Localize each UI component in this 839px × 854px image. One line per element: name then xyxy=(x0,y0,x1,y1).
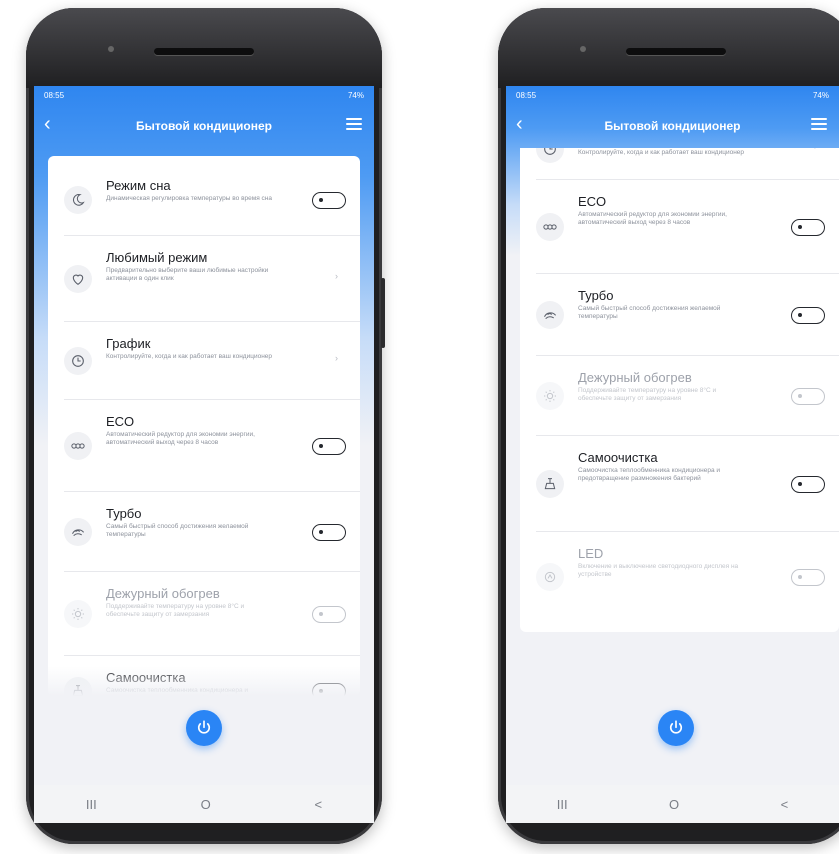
fan-icon xyxy=(536,301,564,329)
eco-icon xyxy=(536,213,564,241)
home-button[interactable]: O xyxy=(201,797,211,812)
setting-row-turbo[interactable]: Турбо Самый быстрый способ достижения жел… xyxy=(520,274,839,356)
setting-row-standby_heat[interactable]: Дежурный обогрев Поддерживайте температур… xyxy=(520,356,839,436)
clock-icon xyxy=(64,347,92,375)
setting-row-schedule[interactable]: ГрафикКонтролируйте, когда и как работае… xyxy=(520,148,839,180)
eco-toggle[interactable] xyxy=(312,438,346,455)
setting-description: Поддерживайте температуру на уровне 8°C … xyxy=(106,603,245,618)
fan-icon xyxy=(64,518,92,546)
status-battery: 74% xyxy=(812,90,829,100)
settings-list: Режим сна Динамическая регулировка темпер… xyxy=(48,156,360,696)
power-button[interactable] xyxy=(186,710,222,746)
setting-name: График xyxy=(106,336,151,351)
sleep-toggle[interactable] xyxy=(312,192,346,209)
page-title: Бытовой кондиционер xyxy=(136,119,272,133)
app-bar: ‹ Бытовой кондиционер xyxy=(34,104,374,148)
setting-row-sleep[interactable]: Режим сна Динамическая регулировка темпер… xyxy=(48,164,360,236)
menu-icon[interactable] xyxy=(811,118,827,130)
setting-description: Предварительно выберите ваши любимые нас… xyxy=(106,267,269,282)
phone-left: 08:55 74% ‹ Бытовой кондиционер Режим сн… xyxy=(26,8,385,844)
setting-description: Самый быстрый способ достижения желаемой… xyxy=(106,523,249,538)
chevron-right-icon: › xyxy=(814,148,817,151)
home-button[interactable]: O xyxy=(669,797,679,812)
setting-description: Самый быстрый способ достижения желаемой… xyxy=(578,305,721,320)
setting-description: Динамическая регулировка температуры во … xyxy=(106,195,273,202)
setting-description: Включение и выключение светодиодного дис… xyxy=(578,563,739,578)
setting-description: Контролируйте, когда и как работает ваш … xyxy=(578,149,745,156)
back-arrow-icon[interactable]: ‹ xyxy=(44,114,51,134)
setting-row-schedule[interactable]: График Контролируйте, когда и как работае… xyxy=(48,322,360,400)
app-bar: ‹ Бытовой кондиционер xyxy=(506,104,839,148)
status-time: 08:55 xyxy=(516,90,537,100)
standby_heat-toggle xyxy=(791,388,825,405)
turbo-toggle[interactable] xyxy=(791,307,825,324)
page-title: Бытовой кондиционер xyxy=(604,119,741,133)
nav-back-button[interactable]: < xyxy=(781,797,789,812)
setting-name: ECO xyxy=(578,194,607,209)
setting-name: Самоочистка xyxy=(578,450,658,465)
setting-row-turbo[interactable]: Турбо Самый быстрый способ достижения жел… xyxy=(48,492,360,572)
settings-list: ГрафикКонтролируйте, когда и как работае… xyxy=(520,148,839,632)
system-nav-bar: III O < xyxy=(506,785,839,823)
setting-description: Контролируйте, когда и как работает ваш … xyxy=(106,353,273,360)
chevron-right-icon: › xyxy=(335,271,338,281)
chevron-right-icon: › xyxy=(335,353,338,363)
setting-name: Любимый режим xyxy=(106,250,208,265)
status-bar: 08:55 74% xyxy=(506,86,839,104)
setting-description: Поддерживайте температуру на уровне 8°C … xyxy=(578,387,717,402)
eco-icon xyxy=(64,432,92,460)
sun-icon xyxy=(64,600,92,628)
turbo-toggle[interactable] xyxy=(312,524,346,541)
recent-apps-button[interactable]: III xyxy=(557,797,568,812)
power-icon xyxy=(669,720,683,734)
setting-row-eco[interactable]: ECO Автоматический редуктор для экономии … xyxy=(520,180,839,274)
setting-name: Дежурный обогрев xyxy=(106,586,220,601)
setting-name: LED xyxy=(578,546,604,561)
status-bar: 08:55 74% xyxy=(34,86,374,104)
setting-name: Турбо xyxy=(106,506,142,521)
setting-name: Режим сна xyxy=(106,178,171,193)
setting-name: Дежурный обогрев xyxy=(578,370,692,385)
back-arrow-icon[interactable]: ‹ xyxy=(516,114,523,134)
heart-icon xyxy=(64,265,92,293)
moon-icon xyxy=(64,186,92,214)
selfclean-toggle[interactable] xyxy=(791,476,825,493)
led-icon xyxy=(536,563,564,591)
status-battery: 74% xyxy=(347,90,364,100)
setting-description: Автоматический редуктор для экономии эне… xyxy=(106,431,255,446)
eco-toggle[interactable] xyxy=(791,219,825,236)
setting-row-eco[interactable]: ECO Автоматический редуктор для экономии … xyxy=(48,400,360,492)
clean-icon xyxy=(536,470,564,498)
menu-icon[interactable] xyxy=(346,118,362,130)
setting-row-favorite[interactable]: Любимый режим Предварительно выберите ваш… xyxy=(48,236,360,322)
setting-name: Турбо xyxy=(578,288,614,303)
setting-description: Самоочистка теплообменника кондиционера … xyxy=(578,467,720,482)
nav-back-button[interactable]: < xyxy=(315,797,323,812)
setting-row-led[interactable]: LED Включение и выключение светодиодного … xyxy=(520,532,839,622)
app-screen-right: 08:55 74% ‹ Бытовой кондиционер ГрафикКо… xyxy=(506,86,839,823)
led-toggle xyxy=(791,569,825,586)
phone-right: 08:55 74% ‹ Бытовой кондиционер ГрафикКо… xyxy=(498,8,839,844)
app-screen-left: 08:55 74% ‹ Бытовой кондиционер Режим сн… xyxy=(34,86,374,823)
setting-row-selfclean[interactable]: Самоочистка Самоочистка теплообменника ко… xyxy=(520,436,839,532)
power-button[interactable] xyxy=(658,710,694,746)
status-time: 08:55 xyxy=(44,90,65,100)
system-nav-bar: III O < xyxy=(34,785,374,823)
power-icon xyxy=(197,720,211,734)
standby_heat-toggle xyxy=(312,606,346,623)
clock-icon xyxy=(536,148,564,163)
sun-icon xyxy=(536,382,564,410)
setting-row-standby_heat[interactable]: Дежурный обогрев Поддерживайте температур… xyxy=(48,572,360,656)
setting-name: ECO xyxy=(106,414,135,429)
recent-apps-button[interactable]: III xyxy=(86,797,97,812)
setting-description: Автоматический редуктор для экономии эне… xyxy=(578,211,727,226)
